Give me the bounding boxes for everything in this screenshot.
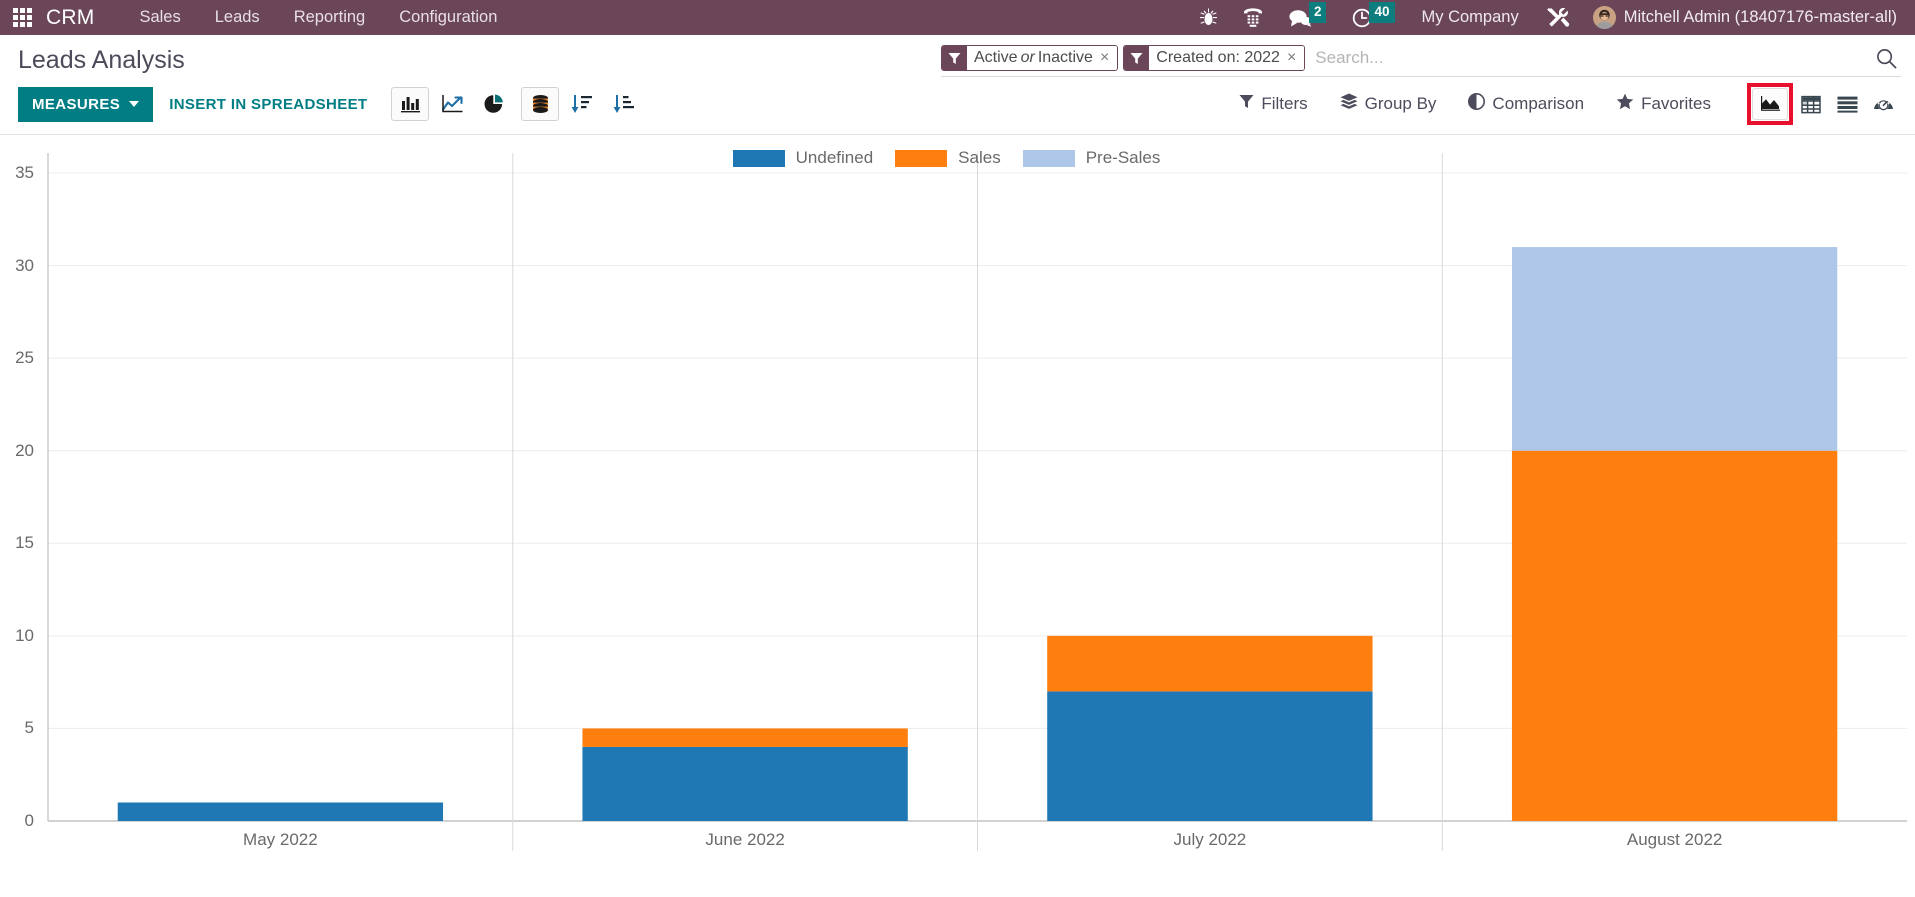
chat-bubble-icon[interactable]: 2 bbox=[1276, 0, 1340, 35]
layers-icon bbox=[1340, 93, 1358, 115]
search-input[interactable] bbox=[1305, 48, 1866, 68]
filters-label: Filters bbox=[1261, 94, 1308, 113]
sort-ascending-icon[interactable] bbox=[605, 87, 643, 121]
control-panel-bottom: MEASURES INSERT IN SPREADSHEET Filters G… bbox=[0, 79, 1915, 134]
bug-icon[interactable] bbox=[1187, 0, 1230, 35]
top-navbar: CRM Sales Leads Reporting Configuration bbox=[0, 0, 1915, 35]
legend-item-sales[interactable]: Sales bbox=[895, 148, 1001, 168]
chat-badge-count: 2 bbox=[1308, 2, 1327, 23]
insert-in-spreadsheet-button[interactable]: INSERT IN SPREADSHEET bbox=[153, 87, 383, 122]
activity-badge-count: 40 bbox=[1369, 2, 1395, 23]
comparison-label: Comparison bbox=[1492, 94, 1585, 113]
x-axis-tick: August 2022 bbox=[1626, 830, 1723, 849]
facet-remove-button[interactable]: × bbox=[1100, 50, 1109, 66]
measures-label: MEASURES bbox=[32, 95, 121, 113]
bar-segment[interactable] bbox=[582, 728, 908, 747]
app-brand-crm[interactable]: CRM bbox=[46, 6, 94, 30]
menu-item-sales[interactable]: Sales bbox=[122, 2, 197, 33]
legend-item-pre-sales[interactable]: Pre-Sales bbox=[1022, 148, 1161, 168]
control-panel-top: Leads Analysis Active or Inactive × Crea… bbox=[0, 35, 1915, 79]
avatar[interactable] bbox=[1592, 6, 1616, 29]
legend-swatch bbox=[1022, 149, 1075, 167]
facet-text-operator: or bbox=[1020, 49, 1035, 66]
facet-text-prefix: Created on: 2022 bbox=[1156, 49, 1280, 66]
bar-segment[interactable] bbox=[1047, 691, 1373, 821]
sort-descending-icon[interactable] bbox=[563, 87, 601, 121]
filters-menu[interactable]: Filters bbox=[1223, 88, 1323, 120]
facet-remove-button[interactable]: × bbox=[1287, 50, 1296, 66]
menu-item-configuration[interactable]: Configuration bbox=[382, 2, 514, 33]
chevron-down-icon bbox=[129, 101, 140, 107]
x-axis-labels: May 2022 June 2022 July 2022 August 2022 bbox=[48, 830, 1907, 856]
legend-swatch bbox=[895, 149, 948, 167]
bar-segment[interactable] bbox=[582, 746, 908, 821]
chart-type-group bbox=[391, 87, 513, 121]
clock-activity-icon[interactable]: 40 bbox=[1339, 0, 1407, 35]
main-menu: Sales Leads Reporting Configuration bbox=[122, 2, 514, 33]
bar-chart-icon[interactable] bbox=[391, 87, 430, 121]
facet-created-on-2022[interactable]: Created on: 2022 × bbox=[1123, 45, 1306, 71]
legend-label: Pre-Sales bbox=[1085, 148, 1161, 167]
menu-item-reporting[interactable]: Reporting bbox=[277, 2, 383, 33]
filter-icon bbox=[942, 46, 967, 70]
legend-label: Undefined bbox=[795, 148, 874, 167]
pie-chart-icon[interactable] bbox=[475, 87, 513, 121]
bar-segment[interactable] bbox=[1047, 635, 1373, 692]
legend-item-undefined[interactable]: Undefined bbox=[732, 148, 874, 168]
star-icon bbox=[1616, 93, 1634, 115]
filter-icon bbox=[1124, 46, 1150, 70]
favorites-menu[interactable]: Favorites bbox=[1600, 87, 1727, 121]
page-title: Leads Analysis bbox=[18, 46, 185, 74]
x-axis-tick: June 2022 bbox=[705, 830, 785, 849]
facet-label: Created on: 2022 × bbox=[1149, 46, 1305, 70]
navbar-right-group: 2 40 My Company Mitchell Admin (18407176… bbox=[1187, 0, 1903, 35]
graph-view-icon[interactable] bbox=[1752, 88, 1788, 120]
pivot-view-icon[interactable] bbox=[1793, 88, 1829, 120]
favorites-label: Favorites bbox=[1641, 94, 1711, 113]
search-icon[interactable] bbox=[1866, 48, 1901, 69]
legend-label: Sales bbox=[958, 148, 1001, 167]
facet-active-or-inactive[interactable]: Active or Inactive × bbox=[941, 45, 1119, 71]
facet-text-prefix: Active bbox=[974, 49, 1018, 66]
view-switcher bbox=[1747, 83, 1901, 125]
search-facets: Active or Inactive × Created on: 2022 × bbox=[941, 45, 1306, 71]
search-view: Active or Inactive × Created on: 2022 × bbox=[941, 45, 1901, 77]
line-chart-icon[interactable] bbox=[433, 87, 471, 121]
bar-segment[interactable] bbox=[1511, 247, 1838, 451]
control-panel-menus: Filters Group By Comparison Favorites bbox=[1223, 83, 1901, 125]
control-panel: Leads Analysis Active or Inactive × Crea… bbox=[0, 35, 1915, 135]
graph-view-highlight bbox=[1747, 83, 1793, 125]
chart-canvas[interactable] bbox=[0, 135, 1915, 864]
chart-option-group bbox=[521, 87, 643, 121]
apps-grid-icon[interactable] bbox=[13, 8, 32, 27]
half-circle-icon bbox=[1468, 93, 1486, 115]
bar-segment[interactable] bbox=[117, 802, 444, 821]
user-menu[interactable]: Mitchell Admin (18407176-master-all) bbox=[1624, 8, 1903, 27]
stacked-database-icon[interactable] bbox=[521, 87, 560, 121]
company-switcher[interactable]: My Company bbox=[1408, 8, 1533, 27]
facet-text-suffix: Inactive bbox=[1037, 49, 1093, 66]
menu-item-leads[interactable]: Leads bbox=[198, 2, 277, 33]
bar-segment[interactable] bbox=[1511, 450, 1838, 821]
comparison-menu[interactable]: Comparison bbox=[1452, 87, 1600, 121]
dialpad-phone-icon[interactable] bbox=[1230, 0, 1276, 35]
group-by-label: Group By bbox=[1364, 94, 1437, 113]
x-axis-tick: May 2022 bbox=[243, 830, 318, 849]
graph-view: Undefined Sales Pre-Sales 0 5 10 15 20 25 30 35… bbox=[0, 135, 1915, 864]
filter-icon bbox=[1239, 94, 1254, 114]
x-axis-tick: July 2022 bbox=[1173, 830, 1247, 849]
list-view-icon[interactable] bbox=[1829, 88, 1865, 120]
measures-button[interactable]: MEASURES bbox=[18, 86, 154, 122]
tools-wrench-icon[interactable] bbox=[1533, 0, 1583, 35]
facet-label: Active or Inactive × bbox=[967, 46, 1118, 70]
dashboard-view-icon[interactable] bbox=[1865, 88, 1901, 120]
chart-legend: Undefined Sales Pre-Sales bbox=[0, 148, 1915, 168]
legend-swatch bbox=[732, 149, 785, 167]
group-by-menu[interactable]: Group By bbox=[1324, 87, 1453, 121]
